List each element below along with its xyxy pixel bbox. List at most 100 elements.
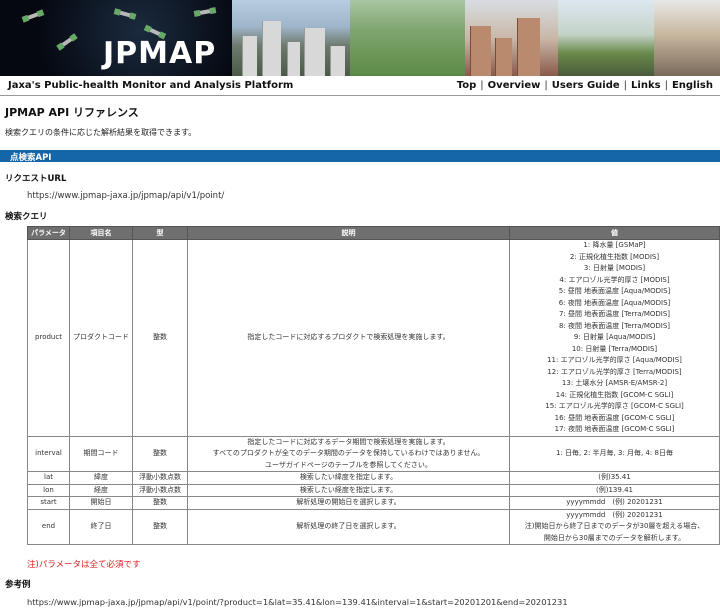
- value-line: 7: 昼間 地表面温度 [Terra/MODIS]: [558, 310, 671, 318]
- header-banner: JPMAP: [0, 0, 720, 76]
- table-row: end 終了日 整数 解析処理の終了日を選択します。 yyyymmdd (例) …: [27, 508, 720, 545]
- value-line: 10: 日射量 [Terra/MODIS]: [571, 344, 658, 353]
- value-cell: 1: 日毎, 2: 半月毎, 3: 月毎, 4: 8日毎: [509, 435, 720, 472]
- value-line: 16: 昼間 地表面温度 [GCOM-C SGLI]: [554, 413, 675, 422]
- type-cell: 整数: [132, 435, 188, 472]
- table-row: product プロダクトコード 整数 指定したコードに対応するプロダクトで検索…: [27, 239, 720, 437]
- type-cell: 整数: [132, 508, 188, 545]
- value-cell: yyyymmdd (例) 20201231 注)開始日から終了日までのデータが3…: [509, 508, 720, 545]
- name-cell: 経度: [69, 483, 133, 497]
- description-cell: 指定したコードに対応するプロダクトで検索処理を実施します。: [187, 239, 510, 437]
- value-line: 8: 夜間 地表面温度 [Terra/MODIS]: [558, 321, 671, 330]
- village-photo: [654, 0, 720, 76]
- value-line: 2: 正規化植生指数 [MODIS]: [569, 252, 660, 261]
- nav-link-english[interactable]: English: [672, 80, 713, 91]
- nav-separator: |: [480, 80, 484, 91]
- request-url: https://www.jpmap-jaxa.jp/jpmap/api/v1/p…: [27, 191, 225, 201]
- nav-separator: |: [664, 80, 668, 91]
- value-line: 5: 昼間 地表面温度 [Aqua/MODIS]: [558, 287, 671, 295]
- nav-separator: |: [623, 80, 628, 91]
- value-cell: 1: 降水量 [GSMaP] 2: 正規化植生指数 [MODIS] 3: 日射量…: [509, 239, 720, 437]
- name-cell: プロダクトコード: [69, 239, 133, 437]
- type-cell: 浮動小数点数: [132, 483, 188, 497]
- nav-link-links[interactable]: Links: [631, 80, 661, 91]
- table-row: lon 経度 浮動小数点数 検索したい経度を指定します。 (例)139.41: [27, 483, 720, 497]
- table-row: interval 期間コード 整数 指定したコードに対応するデータ期間で検索処理…: [27, 435, 720, 472]
- top-navigation: Top | Overview | Users Guide | Links | E…: [457, 80, 713, 91]
- parameter-table: パラメータ 項目名 型 説明 値 product プロダクトコード 整数 指定し…: [27, 226, 720, 545]
- street-photo: [465, 0, 558, 76]
- type-cell: 整数: [132, 239, 188, 437]
- satellite-icon: [61, 37, 73, 47]
- value-line: 11: エアロゾル光学的厚さ [Aqua/MODIS]: [547, 356, 682, 364]
- description-cell: 検索したい経度を指定します。: [187, 483, 510, 497]
- column-header-type: 型: [132, 226, 188, 240]
- name-cell: 終了日: [69, 508, 133, 545]
- value-line: yyyymmdd (例) 20201231: [566, 510, 663, 519]
- description-line: ユーザガイドページのテーブルを参照してください。: [265, 460, 432, 469]
- nav-link-overview[interactable]: Overview: [488, 80, 541, 91]
- table-row: lat 緯度 浮動小数点数 検索したい緯度を指定します。 (例)35.41: [27, 471, 720, 485]
- city-photo: [232, 0, 350, 76]
- value-line: 17: 夜間 地表面温度 [GCOM-C SGLI]: [554, 425, 675, 433]
- param-cell: interval: [27, 435, 70, 472]
- rural-photo: [558, 0, 654, 76]
- table-row: start 開始日 整数 解析処理の開始日を選択します。 yyyymmdd (例…: [27, 496, 720, 510]
- value-line: 9: 日射量 [Aqua/MODIS]: [573, 333, 656, 341]
- value-cell: yyyymmdd (例) 20201231: [509, 496, 720, 510]
- section-header-bar: 点検索API: [0, 150, 720, 163]
- satellite-icon: [119, 10, 131, 18]
- value-line: 13: 土壌水分 [AMSR-E/AMSR-2]: [561, 379, 668, 387]
- param-cell: end: [27, 508, 70, 545]
- description-line: すべてのプロダクトが全てのデータ期間のデータを保持しているわけではありません。: [212, 449, 485, 457]
- description-line: 指定したコードに対応するデータ期間で検索処理を実施します。: [247, 437, 450, 446]
- name-cell: 開始日: [69, 496, 133, 510]
- description-cell: 指定したコードに対応するデータ期間で検索処理を実施します。 すべてのプロダクトが…: [187, 435, 510, 472]
- example-heading: 参考例: [5, 580, 31, 590]
- description-cell: 解析処理の終了日を選択します。: [187, 508, 510, 545]
- name-cell: 緯度: [69, 471, 133, 485]
- param-cell: start: [27, 496, 70, 510]
- value-line: 14: 正規化植生指数 [GCOM-C SGLI]: [555, 390, 674, 399]
- value-line: 1: 降水量 [GSMaP]: [583, 241, 646, 249]
- value-line: 12: エアロゾル光学的厚さ [Terra/MODIS]: [547, 367, 682, 376]
- nav-separator: |: [544, 80, 548, 91]
- page-description: 検索クエリの条件に応じた解析結果を取得できます。: [5, 128, 197, 137]
- param-cell: lon: [27, 483, 70, 497]
- type-cell: 浮動小数点数: [132, 471, 188, 485]
- value-line: 開始日から30層までのデータを解析します。: [543, 533, 686, 542]
- request-url-heading: リクエストURL: [5, 174, 67, 184]
- column-header-param: パラメータ: [27, 226, 70, 240]
- value-line: 3: 日射量 [MODIS]: [583, 264, 646, 272]
- page-title: JPMAP API リファレンス: [5, 106, 139, 119]
- value-line: 4: エアロゾル光学的厚さ [MODIS]: [559, 275, 670, 284]
- section-title: 点検索API: [10, 153, 52, 163]
- value-line: 15: エアロゾル光学的厚さ [GCOM-C SGLI]: [545, 402, 684, 410]
- query-heading: 検索クエリ: [5, 212, 48, 222]
- description-cell: 解析処理の開始日を選択します。: [187, 496, 510, 510]
- satellite-icon: [27, 12, 39, 20]
- value-cell: (例)35.41: [509, 471, 720, 485]
- header-divider: [0, 95, 720, 96]
- table-header-row: パラメータ 項目名 型 説明 値: [27, 226, 720, 240]
- field-photo: [350, 0, 465, 76]
- value-line: 6: 夜間 地表面温度 [Aqua/MODIS]: [558, 298, 671, 307]
- satellite-icon: [149, 28, 161, 36]
- nav-link-top[interactable]: Top: [457, 80, 477, 91]
- required-note: 注)パラメータは全て必須です: [27, 560, 141, 570]
- type-cell: 整数: [132, 496, 188, 510]
- jpmap-logo[interactable]: JPMAP: [103, 36, 216, 71]
- column-header-name: 項目名: [69, 226, 133, 240]
- value-line: 注)開始日から終了日までのデータが30層を超える場合、: [524, 522, 705, 530]
- example-url: https://www.jpmap-jaxa.jp/jpmap/api/v1/p…: [27, 597, 568, 607]
- name-cell: 期間コード: [69, 435, 133, 472]
- column-header-value: 値: [509, 226, 720, 240]
- param-cell: product: [27, 239, 70, 437]
- column-header-description: 説明: [187, 226, 510, 240]
- satellite-icon: [199, 9, 211, 15]
- nav-link-users-guide[interactable]: Users Guide: [552, 80, 620, 91]
- description-cell: 検索したい緯度を指定します。: [187, 471, 510, 485]
- param-cell: lat: [27, 471, 70, 485]
- value-cell: (例)139.41: [509, 483, 720, 497]
- site-subtitle: Jaxa's Public-health Monitor and Analysi…: [8, 80, 294, 91]
